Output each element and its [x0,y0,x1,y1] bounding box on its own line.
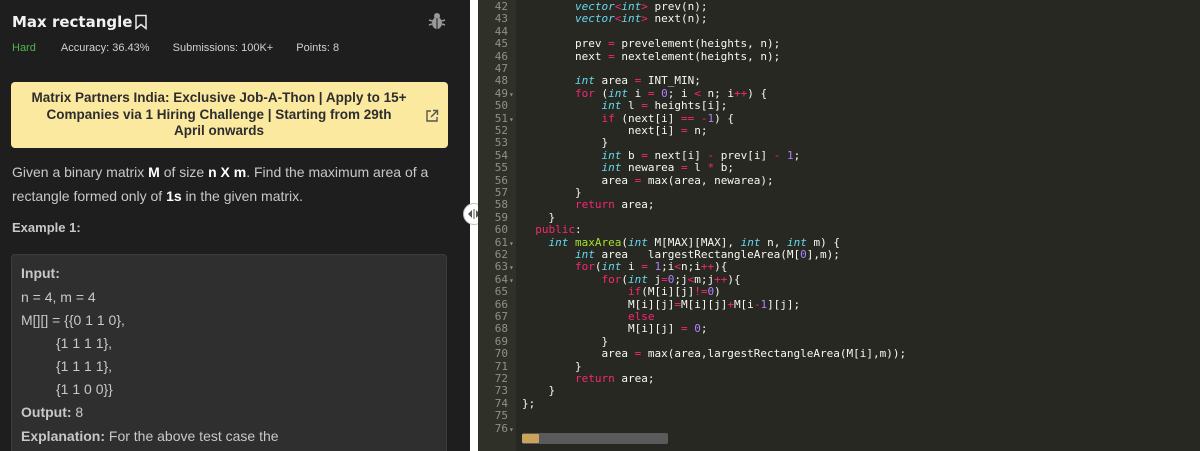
external-link-icon[interactable] [425,109,439,123]
code-line[interactable]: for(int i = 1;i<n;i++){ [522,260,727,273]
difficulty-badge: Hard [12,42,36,54]
example-line: {1 1 0 0}} [21,381,113,397]
example-line: n = 4, m = 4 [21,289,96,305]
code-line[interactable]: area = max(area,largestRectangleArea(M[i… [522,347,906,360]
line-number: 76 [494,421,508,435]
code-editor[interactable]: 42 43 44 45 46 47 48 49 ▾ 50 51 ▾ 52 53 54 55 56 57 58 59 60… [478,0,1200,451]
desc-text-4: in the given matrix. [181,188,304,204]
code-line[interactable]: int l = heights[i]; [522,99,727,112]
problem-title: Max rectangle [12,13,133,31]
fold-arrow-icon[interactable]: ▾ [509,263,514,272]
line-number: 65 [494,285,508,299]
bug-icon[interactable] [428,11,446,31]
fold-arrow-icon[interactable]: ▾ [509,239,514,248]
title-row: Max rectangle [12,11,456,33]
line-number: 45 [494,37,508,51]
desc-text-2: of size [159,164,209,180]
points-stat: Points: 8 [296,42,340,54]
line-number: 43 [494,12,508,26]
fold-arrow-icon[interactable]: ▾ [509,90,514,99]
input-label: Input: [21,265,60,281]
problem-panel: Max rectangle Hard Accuracy: 36.43% Subm… [0,0,470,451]
code-line[interactable]: int newarea = l * b; [522,161,733,174]
line-number: 60 [494,223,508,237]
problem-description: Given a binary matrix M of size n X m. F… [12,160,432,208]
code-line[interactable]: prev = prevelement(heights, n); [522,37,780,50]
fold-arrow-icon[interactable]: ▾ [509,276,514,285]
code-line[interactable]: next = nextelement(heights, n); [522,50,780,63]
bookmark-icon[interactable] [134,14,148,30]
code-line[interactable]: return area; [522,198,655,211]
fold-arrow-icon[interactable]: ▾ [509,425,514,434]
line-number: 63 [494,260,508,274]
line-number: 58 [494,198,508,212]
code-line[interactable]: } [522,136,608,149]
code-line[interactable]: }; [522,397,535,410]
line-number: 50 [494,99,508,113]
desc-matrix-size: n X m [208,164,247,180]
desc-ones: 1s [166,188,182,204]
output-label: Output: [21,404,72,420]
line-number: 70 [494,347,508,361]
line-number: 53 [494,136,508,150]
line-number-gutter: 42 43 44 45 46 47 48 49 ▾ 50 51 ▾ 52 53 54 55 56 57 58 59 60… [478,0,516,451]
line-number: 75 [494,409,508,423]
example-title: Example 1: [12,220,81,235]
explanation-text: For the above test case the [108,428,279,444]
line-number: 68 [494,322,508,336]
explanation-label: Explanation: [21,428,106,444]
code-line[interactable]: } [522,384,555,397]
line-number: 73 [494,384,508,398]
output-value: 8 [75,404,84,420]
line-number: 48 [494,74,508,88]
promo-banner-text[interactable]: Matrix Partners India: Exclusive Job-A-T… [31,90,407,140]
line-number: 55 [494,161,508,175]
panel-divider[interactable] [470,0,478,451]
code-line[interactable]: M[i][j] = 0; [522,322,708,335]
example-line: M[][] = {{0 1 1 0}, [21,312,125,328]
promo-banner[interactable]: Matrix Partners India: Exclusive Job-A-T… [11,82,448,148]
code-line[interactable]: if(M[i][j]!=0) [522,285,721,298]
code-line[interactable]: vector<int> next(n); [522,12,707,25]
desc-matrix-name: M [148,164,160,180]
accuracy-stat: Accuracy: 36.43% [60,42,150,54]
scrollbar-thumb[interactable] [522,434,539,443]
example-box: Input: n = 4, m = 4 M[][] = {{0 1 1 0}, … [11,254,447,451]
example-line: {1 1 1 1}, [21,335,113,351]
example-line: {1 1 1 1}, [21,358,113,374]
fold-arrow-icon[interactable]: ▾ [509,115,514,124]
desc-text-1: Given a binary matrix [12,164,149,180]
problem-meta: Hard Accuracy: 36.43% Submissions: 100K+… [12,42,359,54]
horizontal-scrollbar[interactable] [522,433,668,444]
submissions-stat: Submissions: 100K+ [172,42,274,54]
